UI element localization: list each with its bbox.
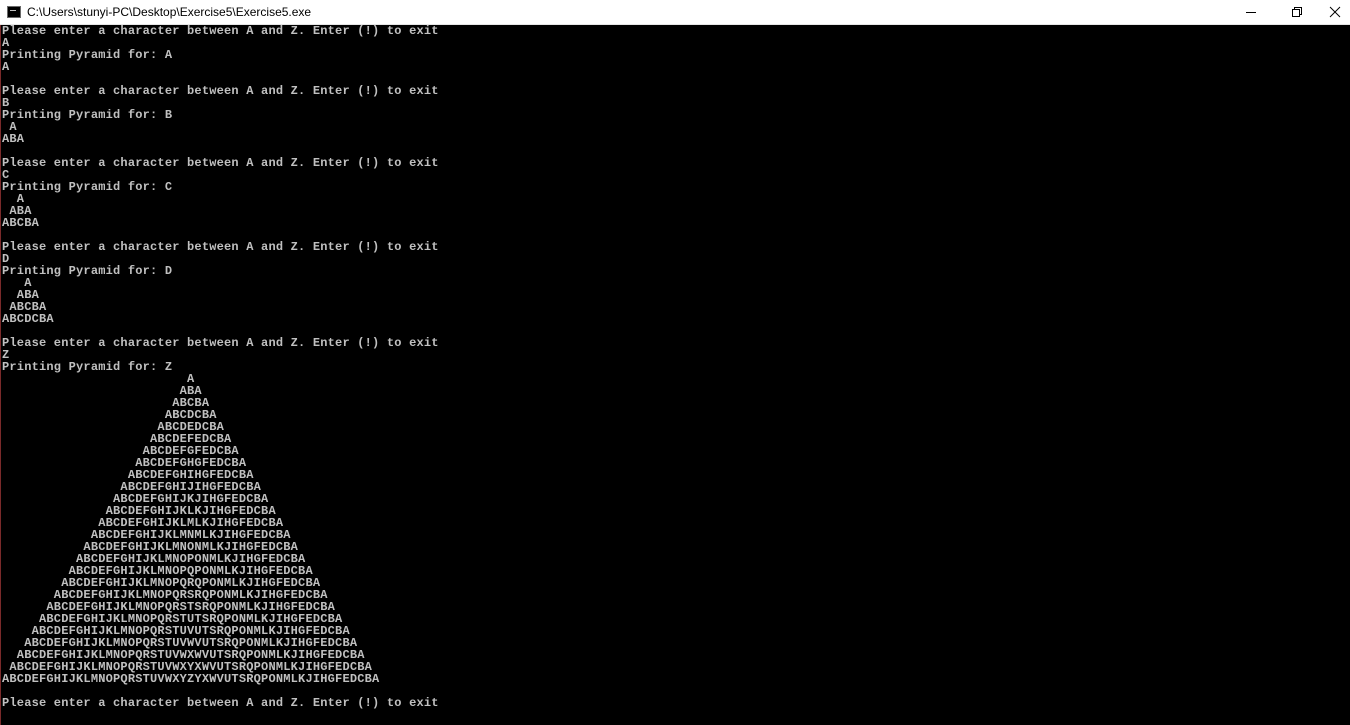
console-line: Please enter a character between A and Z… — [2, 25, 439, 38]
console-line: Please enter a character between A and Z… — [2, 240, 439, 254]
console-window: C:\Users\stunyi-PC\Desktop\Exercise5\Exe… — [0, 0, 1350, 725]
console-line: A — [2, 60, 10, 74]
restore-icon — [1292, 7, 1302, 17]
console-line: Please enter a character between A and Z… — [2, 696, 439, 710]
console-line: Printing Pyramid for: Z — [2, 360, 173, 374]
console-line: Please enter a character between A and Z… — [2, 84, 439, 98]
restore-button[interactable] — [1274, 0, 1320, 24]
minimize-button[interactable] — [1228, 0, 1274, 24]
console-line: B — [2, 96, 10, 110]
close-button[interactable] — [1320, 0, 1350, 24]
console-line: A — [2, 120, 17, 134]
console-output[interactable]: Please enter a character between A and Z… — [2, 25, 1348, 725]
title-bar[interactable]: C:\Users\stunyi-PC\Desktop\Exercise5\Exe… — [0, 0, 1350, 25]
console-line: ABA — [2, 132, 25, 146]
console-line: ABCBA — [2, 216, 40, 230]
console-line: D — [2, 252, 10, 266]
close-icon — [1329, 6, 1341, 18]
window-border — [0, 25, 1, 725]
console-line: Printing Pyramid for: D — [2, 264, 173, 278]
console-line: ABA — [2, 288, 40, 302]
console-app-icon — [7, 6, 21, 18]
console-line: A — [2, 372, 195, 386]
console-line: A — [2, 192, 25, 206]
console-line: ABCBA — [2, 300, 47, 314]
console-line: Z — [2, 348, 10, 362]
console-line: Printing Pyramid for: C — [2, 180, 173, 194]
console-line: ABA — [2, 204, 32, 218]
console-line: ABCDEFGHIJKLMNOPQRSTUVWXYZYXWVUTSRQPONML… — [2, 672, 380, 686]
console-line: Please enter a character between A and Z… — [2, 156, 439, 170]
console-line: Please enter a character between A and Z… — [2, 336, 439, 350]
console-line: Printing Pyramid for: A — [2, 48, 173, 62]
minimize-icon — [1246, 12, 1256, 13]
console-line: ABCDCBA — [2, 312, 54, 326]
window-title: C:\Users\stunyi-PC\Desktop\Exercise5\Exe… — [27, 5, 312, 19]
console-line: A — [2, 276, 32, 290]
console-line: C — [2, 168, 10, 182]
console-line: A — [2, 36, 10, 50]
console-line: Printing Pyramid for: B — [2, 108, 173, 122]
